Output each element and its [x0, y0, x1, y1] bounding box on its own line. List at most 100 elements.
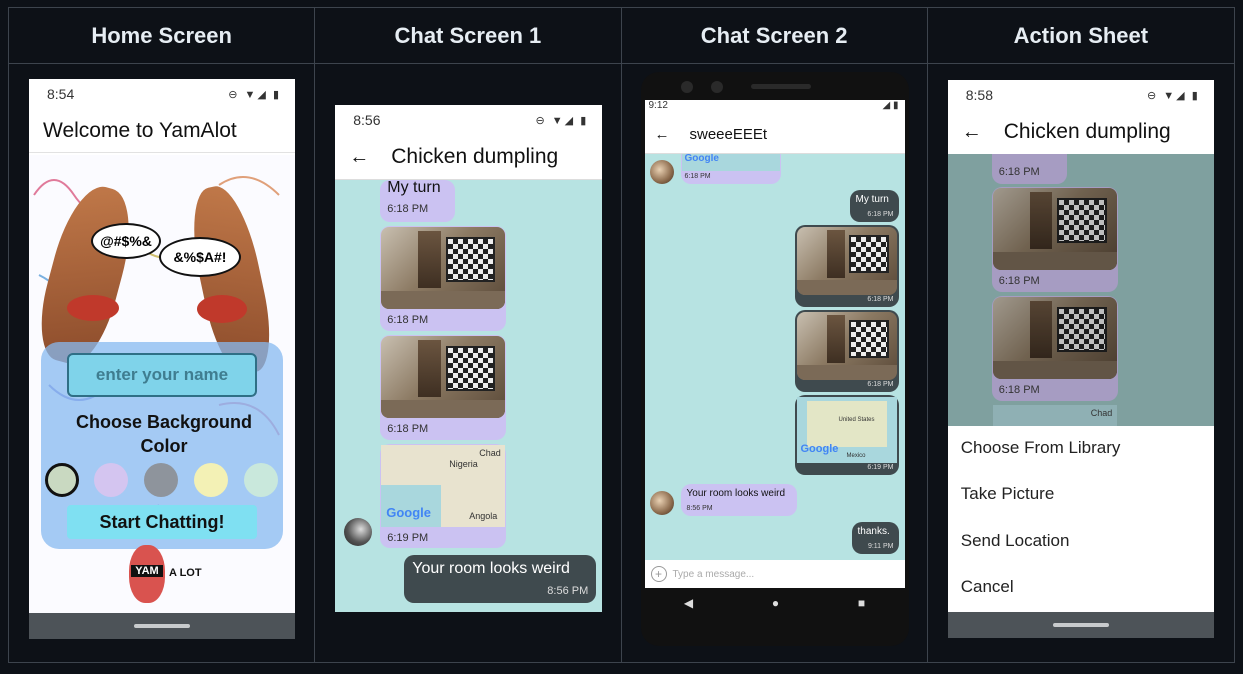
received-image-bubble: 6:18 PM — [991, 296, 1118, 401]
column-header: Chat Screen 1 — [315, 8, 621, 64]
message-input[interactable]: Type a message... — [673, 569, 755, 580]
photo-tv — [445, 345, 496, 391]
map-label: Mexico — [846, 453, 866, 459]
home-indicator[interactable] — [134, 624, 190, 628]
sent-image-bubble: 6:18 PM — [794, 225, 899, 307]
add-icon[interactable]: + — [650, 566, 667, 582]
map-label: Chad — [1090, 408, 1113, 418]
google-logo: Google — [800, 443, 839, 455]
back-arrow-icon[interactable]: ← — [962, 121, 982, 144]
action-sheet: Choose From Library Take Picture Send Lo… — [947, 426, 1214, 612]
status-icons: ⊖ ▼◢ ▮ — [228, 88, 281, 101]
location-map[interactable]: Nigeria Chad Angola Google — [381, 445, 506, 527]
speech-bubble-left: @#$%& — [91, 223, 161, 259]
column-header: Chat Screen 2 — [621, 8, 927, 64]
column-chat-1: Chat Screen 1 8:56 ⊖ ▼◢ ▮ ← Chicken dump… — [315, 8, 622, 662]
app-bar: Welcome to YamAlot — [29, 109, 295, 153]
received-location-bubble: Nigeria Chad Angola Google 6:19 PM — [380, 444, 507, 548]
photo-shelf — [418, 340, 441, 398]
clock: 8:56 — [353, 112, 381, 128]
message-time: 9:11 PM — [867, 543, 894, 550]
room-photo[interactable] — [381, 227, 506, 309]
message-time: 6:18 PM — [867, 296, 894, 303]
sent-bubble: Your room looks weird 8:56 PM — [404, 555, 597, 603]
location-map: Chad — [992, 405, 1117, 426]
clock: 8:54 — [47, 86, 75, 102]
device-frame: 9:12 ◢ ▮ ← sweeeEEEt Google 6:18 PM My t… — [640, 72, 909, 646]
message-time: 6:18 PM — [387, 423, 429, 435]
message-time: 8:56 PM — [686, 505, 713, 512]
status-bar: 9:12 ◢ ▮ — [645, 100, 905, 116]
home-background: @#$%& &%$A#! enter your name Choose Back… — [29, 155, 295, 613]
photo-tv — [445, 236, 496, 282]
page-title: Welcome to YamAlot — [43, 118, 237, 142]
received-location-bubble: Google 6:18 PM — [680, 154, 781, 184]
back-arrow-icon[interactable]: ← — [349, 146, 369, 169]
option-cancel[interactable]: Cancel — [961, 577, 1014, 597]
sender-avatar[interactable] — [649, 491, 674, 515]
location-map[interactable]: Google — [681, 154, 780, 171]
action-phone: 8:58 ⊖ ▼◢ ▮ ← Chicken dumpling 6:18 PM 6… — [947, 80, 1214, 638]
received-image-bubble: 6:18 PM — [380, 335, 507, 440]
received-bubble: My turn 6:18 PM — [380, 179, 456, 222]
room-photo[interactable] — [381, 336, 506, 418]
photo-tv — [1057, 306, 1107, 352]
message-time: 6:18 PM — [684, 173, 711, 180]
back-nav-icon[interactable]: ◀ — [684, 596, 693, 610]
chat1-phone: 8:56 ⊖ ▼◢ ▮ ← Chicken dumpling My turn 6… — [335, 105, 603, 612]
chat-area: My turn 6:18 PM 6:18 PM 6:18 PM Nigeria — [335, 179, 603, 612]
color-swatch[interactable] — [144, 463, 178, 497]
message-time: 6:18 PM — [998, 384, 1040, 396]
received-image-bubble: 6:18 PM — [991, 187, 1118, 292]
name-input[interactable]: enter your name — [67, 353, 257, 397]
app-bar: ← sweeeEEEt — [644, 116, 905, 154]
map-land — [806, 401, 887, 447]
received-bubble: 6:18 PM — [991, 154, 1067, 184]
home-nav-icon[interactable]: ● — [772, 596, 779, 610]
google-logo: Google — [386, 505, 432, 520]
speech-bubble-right: &%$A#! — [159, 237, 241, 277]
room-photo[interactable] — [796, 312, 897, 380]
received-image-bubble: 6:18 PM — [380, 226, 507, 331]
status-bar: 8:58 ⊖ ▼◢ ▮ — [948, 80, 1214, 110]
map-label: United States — [838, 417, 875, 423]
yamalot-logo: YAM A LOT — [127, 545, 207, 603]
photo-floor — [381, 399, 506, 418]
system-nav-bar — [29, 613, 295, 639]
camera-dot — [680, 81, 693, 93]
map-label: Chad — [479, 448, 501, 458]
home-indicator[interactable] — [1052, 623, 1109, 627]
message-text: Your room looks weird — [412, 560, 570, 577]
clock: 9:12 — [648, 100, 668, 111]
sender-avatar[interactable] — [649, 160, 674, 184]
message-time: 6:18 PM — [867, 211, 894, 218]
room-photo[interactable] — [796, 227, 897, 295]
location-map[interactable]: United States Mexico Google — [796, 397, 897, 463]
back-arrow-icon[interactable]: ← — [655, 126, 670, 143]
photo-tv — [848, 235, 889, 273]
option-send-location[interactable]: Send Location — [961, 531, 1070, 551]
column-header: Action Sheet — [927, 8, 1234, 64]
color-swatch[interactable] — [94, 463, 128, 497]
option-choose-from-library[interactable]: Choose From Library — [961, 438, 1121, 458]
system-nav-bar: ◀ ● ■ — [644, 588, 905, 618]
start-chatting-button[interactable]: Start Chatting! — [67, 505, 257, 539]
sent-bubble: My turn 6:18 PM — [849, 190, 899, 222]
photo-shelf — [418, 231, 441, 289]
color-swatch[interactable] — [244, 463, 278, 497]
message-text: My turn — [387, 179, 441, 196]
choose-background-label: Choose Background Color — [75, 412, 253, 456]
lips-left — [67, 295, 119, 321]
recents-nav-icon[interactable]: ■ — [858, 596, 865, 610]
photo-floor — [796, 365, 897, 380]
color-swatch[interactable] — [45, 463, 79, 497]
photo-floor — [796, 280, 897, 295]
sender-avatar[interactable] — [344, 518, 373, 546]
column-action-sheet: Action Sheet 8:58 ⊖ ▼◢ ▮ ← Chicken dumpl… — [927, 8, 1234, 662]
screenshot-grid: Home Screen 8:54 ⊖ ▼◢ ▮ Welcome to YamAl… — [8, 7, 1235, 663]
option-take-picture[interactable]: Take Picture — [961, 484, 1055, 504]
photo-shelf — [1029, 301, 1053, 359]
color-swatch[interactable] — [194, 463, 228, 497]
message-time: 6:18 PM — [867, 381, 894, 388]
clock: 8:58 — [965, 87, 993, 103]
